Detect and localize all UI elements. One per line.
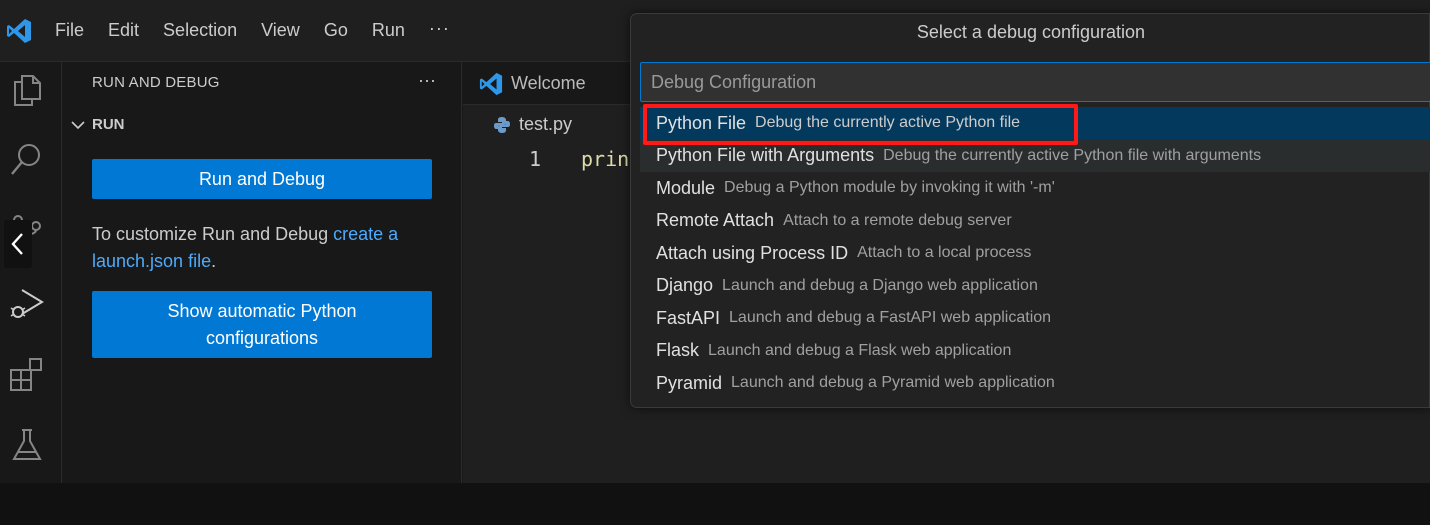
breadcrumb[interactable]: test.py — [493, 114, 572, 135]
menu-view[interactable]: View — [261, 19, 300, 41]
customize-text: To customize Run and Debug create a laun… — [92, 221, 437, 275]
menu-run[interactable]: Run — [372, 19, 405, 41]
quick-pick-title: Select a debug configuration — [916, 22, 1146, 42]
run-section-header[interactable]: RUN — [70, 116, 125, 133]
tab-welcome[interactable]: Welcome — [463, 62, 633, 105]
quick-pick-item-label: Remote Attach — [656, 210, 775, 231]
menu-go[interactable]: Go — [324, 19, 348, 41]
menu-more-button[interactable]: ··· — [429, 19, 450, 41]
activity-bar — [0, 62, 62, 483]
quick-pick-item-label: Attach using Process ID — [656, 242, 849, 263]
chevron-left-icon — [11, 233, 23, 255]
quick-pick-item-remote-attach[interactable]: Remote Attach Attach to a remote debug s… — [640, 205, 1430, 238]
quick-pick-item-fastapi[interactable]: FastAPI Launch and debug a FastAPI web a… — [640, 302, 1430, 335]
quick-pick-item-attach-process-id[interactable]: Attach using Process ID Attach to a loca… — [640, 237, 1430, 270]
quick-pick-item-python-file[interactable]: Python File Debug the currently active P… — [640, 107, 1430, 140]
debug-configuration-quick-pick: Select a debug configuration Python File… — [630, 13, 1430, 408]
quick-pick-item-label: Python File with Arguments — [656, 145, 875, 166]
customize-text-prefix: To customize Run and Debug — [92, 224, 334, 244]
quick-pick-item-description: Debug a Python module by invoking it wit… — [724, 179, 1055, 197]
quick-pick-item-description: Attach to a local process — [857, 244, 1032, 262]
quick-pick-item-description: Launch and debug a Pyramid web applicati… — [731, 374, 1055, 392]
menu-bar: File Edit Selection View Go Run ··· — [55, 19, 450, 41]
quick-pick-item-label: Module — [656, 177, 716, 198]
debug-configuration-input[interactable] — [640, 62, 1430, 102]
quick-pick-item-module[interactable]: Module Debug a Python module by invoking… — [640, 172, 1430, 205]
vscode-logo-icon — [479, 72, 503, 95]
run-and-debug-button[interactable]: Run and Debug — [92, 159, 432, 199]
menu-selection[interactable]: Selection — [163, 19, 237, 41]
tab-welcome-label: Welcome — [511, 73, 586, 93]
chevron-down-icon — [71, 120, 85, 129]
quick-pick-item-pyramid[interactable]: Pyramid Launch and debug a Pyramid web a… — [640, 367, 1430, 400]
quick-pick-item-description: Launch and debug a Flask web application — [708, 341, 1012, 359]
menu-edit[interactable]: Edit — [108, 19, 139, 41]
line-number: 1 — [529, 147, 542, 171]
quick-pick-list: Python File Debug the currently active P… — [640, 107, 1430, 400]
quick-pick-item-description: Debug the currently active Python file w… — [883, 146, 1262, 164]
sidebar-title: RUN AND DEBUG — [92, 74, 220, 91]
run-debug-sidebar: RUN AND DEBUG ··· RUN Run and Debug To c… — [62, 62, 462, 483]
search-icon[interactable] — [8, 140, 46, 178]
collapse-handle[interactable] — [4, 220, 32, 268]
bottom-bar — [0, 483, 1430, 525]
quick-pick-item-django[interactable]: Django Launch and debug a Django web app… — [640, 270, 1430, 303]
explorer-icon[interactable] — [8, 70, 46, 108]
sidebar-more-button[interactable]: ··· — [418, 70, 436, 91]
menu-file[interactable]: File — [55, 19, 84, 41]
python-file-icon — [494, 116, 510, 133]
quick-pick-item-description: Attach to a remote debug server — [783, 211, 1012, 229]
quick-pick-item-flask[interactable]: Flask Launch and debug a Flask web appli… — [640, 335, 1430, 368]
quick-pick-item-description: Launch and debug a Django web applicatio… — [722, 276, 1038, 294]
quick-pick-item-description: Debug the currently active Python file — [755, 114, 1021, 132]
extensions-icon[interactable] — [8, 356, 46, 394]
run-section-label: RUN — [92, 116, 125, 133]
quick-pick-item-python-file-arguments[interactable]: Python File with Arguments Debug the cur… — [640, 139, 1430, 172]
customize-text-suffix: . — [211, 251, 217, 271]
show-python-configurations-button[interactable]: Show automatic Python configurations — [92, 291, 432, 358]
quick-pick-item-description: Launch and debug a FastAPI web applicati… — [729, 309, 1052, 327]
quick-pick-item-label: Pyramid — [656, 372, 723, 393]
quick-pick-item-label: Django — [656, 275, 714, 296]
quick-pick-item-label: Flask — [656, 340, 700, 361]
testing-icon[interactable] — [8, 426, 46, 464]
quick-pick-item-label: FastAPI — [656, 307, 721, 328]
breadcrumb-file-name: test.py — [519, 114, 573, 134]
quick-pick-item-label: Python File — [656, 112, 747, 133]
run-debug-icon[interactable] — [8, 284, 46, 322]
vscode-logo-icon — [7, 19, 31, 43]
code-line[interactable]: prin — [581, 147, 629, 171]
